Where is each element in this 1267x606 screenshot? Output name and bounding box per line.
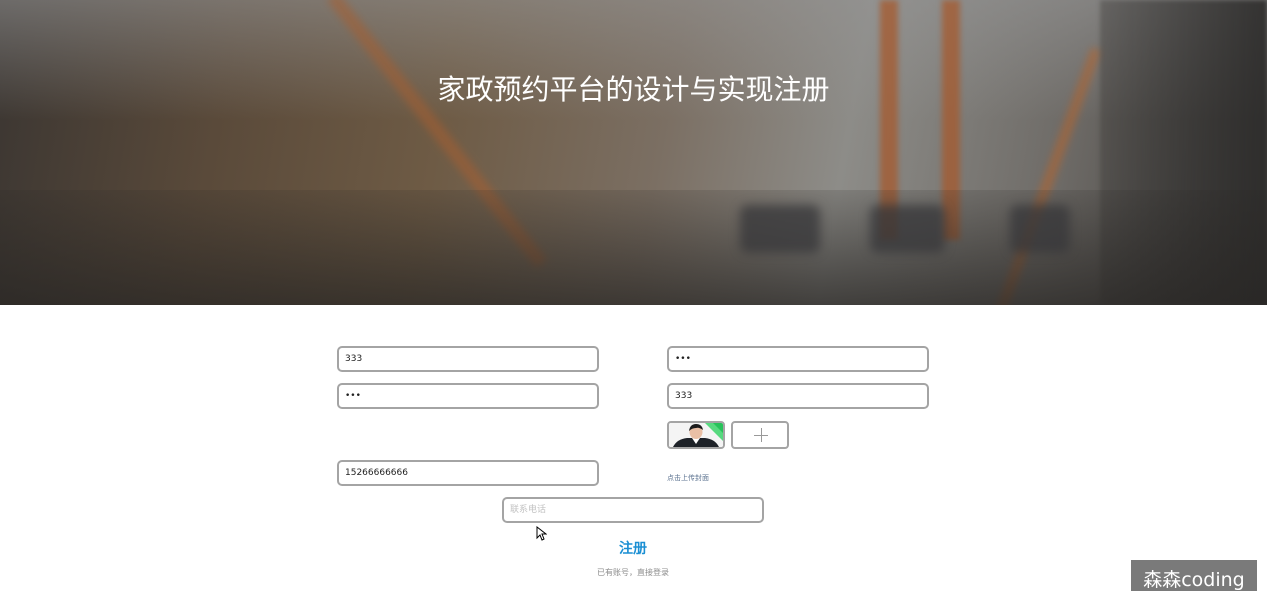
add-image-button[interactable] xyxy=(731,421,789,449)
password-input[interactable] xyxy=(667,346,929,372)
uploaded-photo-thumbnail[interactable] xyxy=(667,421,725,449)
username-input[interactable] xyxy=(337,346,599,372)
register-button[interactable]: 注册 xyxy=(583,538,683,558)
page-title: 家政预约平台的设计与实现注册 xyxy=(437,73,830,106)
plus-icon xyxy=(761,428,762,442)
hero-car xyxy=(870,205,945,253)
upload-hint: 点击上传封面 xyxy=(667,474,709,482)
portrait-photo xyxy=(669,423,723,447)
name-input[interactable] xyxy=(667,383,929,409)
watermark: 森森coding xyxy=(1131,560,1257,591)
hero-car xyxy=(1010,205,1070,253)
hero-car xyxy=(740,205,820,253)
hero-banner: 家政预约平台的设计与实现注册 xyxy=(0,0,1267,305)
hero-road xyxy=(0,190,1267,305)
company-phone-input[interactable] xyxy=(502,497,764,523)
confirm-password-input[interactable] xyxy=(337,383,599,409)
mouse-cursor-icon xyxy=(536,526,547,541)
login-link[interactable]: 已有账号，直接登录 xyxy=(533,567,733,578)
phone-input[interactable] xyxy=(337,460,599,486)
